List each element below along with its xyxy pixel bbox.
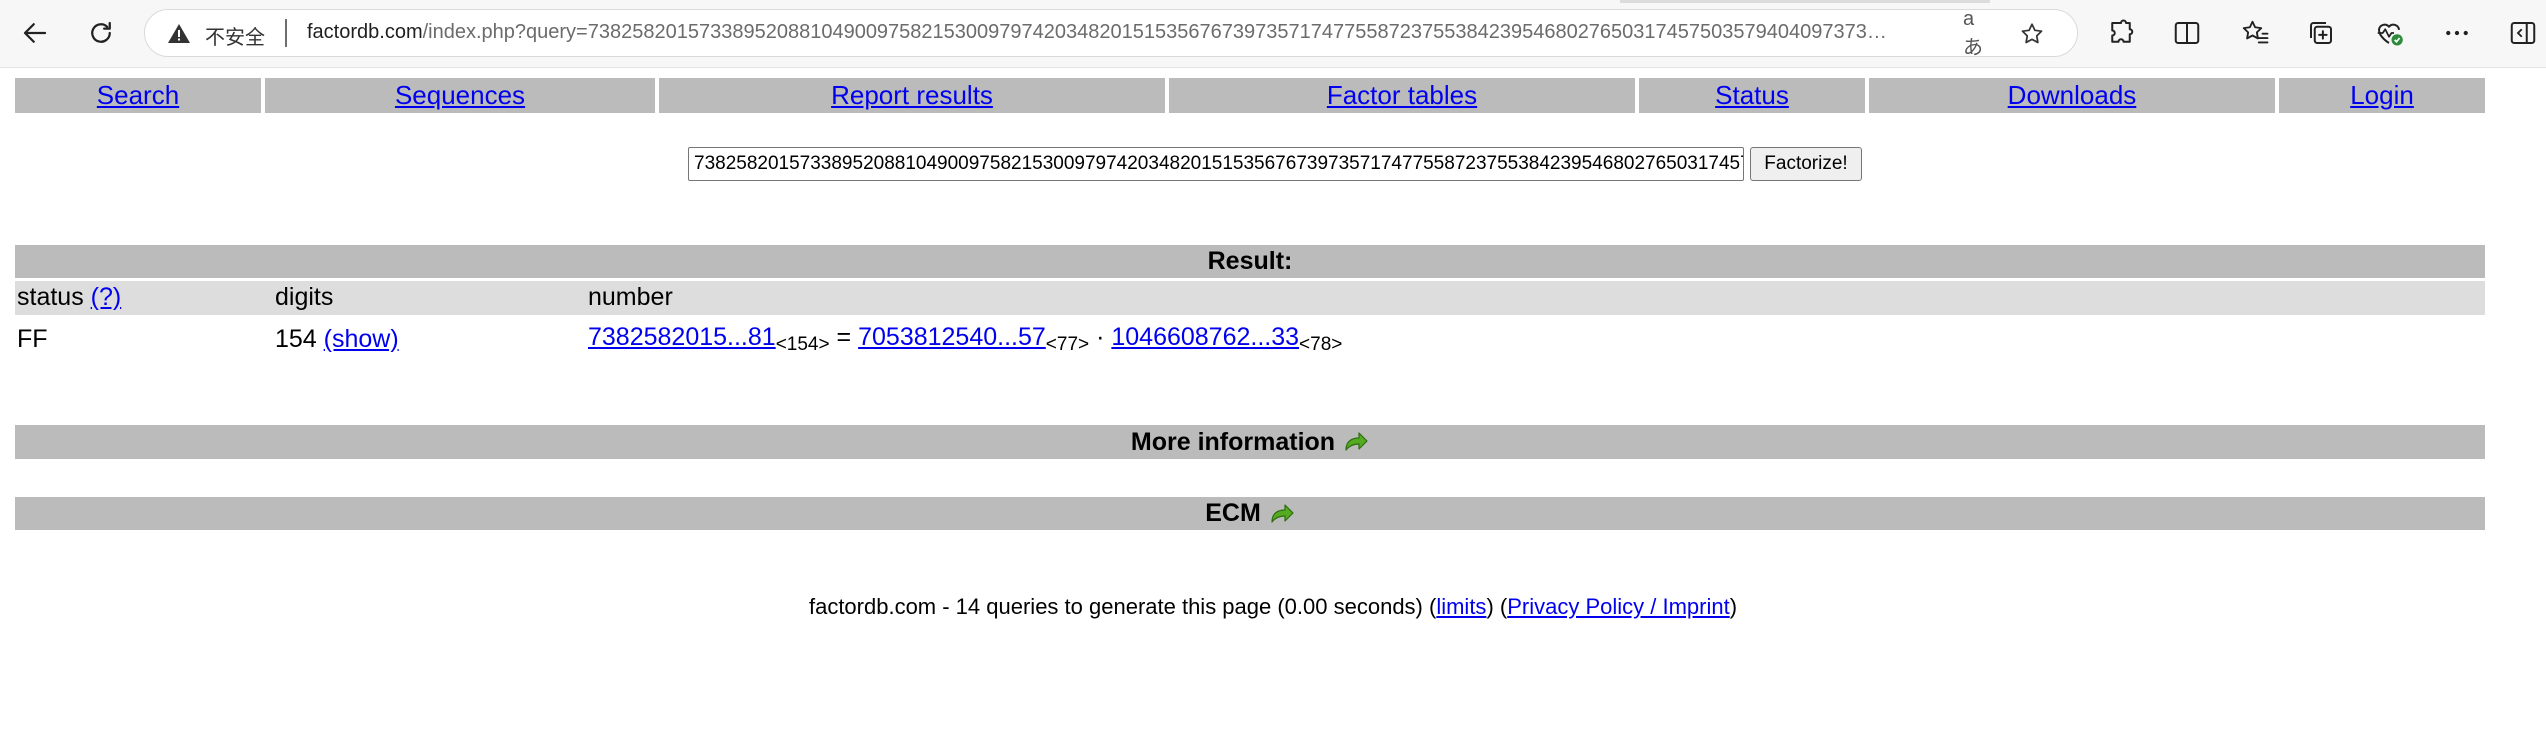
row-status: FF [17, 325, 48, 353]
nav-item-report-results: Report results [659, 78, 1165, 113]
number-length: <154> [775, 334, 830, 355]
more-dots-icon [2446, 30, 2468, 36]
result-header-row: status (?) digits number [15, 281, 2485, 315]
header-digits: digits [275, 283, 334, 311]
split-screen-button[interactable] [2164, 10, 2210, 56]
split-screen-icon [2174, 22, 2200, 44]
factor-2-length: <78> [1299, 334, 1343, 355]
url-separator [285, 19, 287, 47]
factor-1-length: <77> [1045, 334, 1090, 355]
header-status: status (?) [17, 283, 121, 312]
header-status-label: status [17, 283, 84, 311]
heart-pulse-icon [2377, 23, 2403, 46]
settings-menu-button[interactable] [2434, 10, 2480, 56]
result-title-bar: Result: [15, 245, 2485, 278]
ecm-label: ECM [1205, 499, 1261, 527]
footer-text: factordb.com - 14 queries to generate th… [808, 594, 1437, 619]
multiply-dot: · [1096, 323, 1105, 351]
result-title: Result: [1207, 247, 1293, 275]
header-number: number [588, 283, 673, 311]
more-information-bar[interactable]: More information [15, 425, 2485, 459]
page-content: Search Sequences Report results Factor t… [0, 69, 2546, 754]
nav-item-sequences: Sequences [265, 78, 655, 113]
url-path: /index.php?query=73825820157338952088104… [422, 21, 1887, 43]
collections-button[interactable] [2298, 10, 2344, 56]
equals-sign: = [836, 323, 852, 351]
nav-item-search: Search [15, 78, 261, 113]
nav-link-downloads[interactable]: Downloads [2008, 80, 2137, 111]
row-number: 7382582015...81<154> = 7053812540...57<7… [588, 323, 1343, 355]
sidebar-icon [2510, 22, 2536, 44]
nav-link-report-results[interactable]: Report results [831, 80, 993, 111]
warning-icon[interactable] [167, 22, 191, 46]
nav-item-factor-tables: Factor tables [1169, 78, 1635, 113]
nav-link-factor-tables[interactable]: Factor tables [1327, 80, 1477, 111]
limits-link[interactable]: limits [1436, 594, 1486, 619]
browser-essentials-button[interactable] [2366, 10, 2412, 56]
top-navigation: Search Sequences Report results Factor t… [15, 78, 2485, 113]
footer-end: ) [1729, 594, 1738, 619]
sidebar-toggle-button[interactable] [2500, 10, 2546, 56]
nav-link-sequences[interactable]: Sequences [395, 80, 525, 111]
expand-arrow-icon[interactable] [1343, 431, 1369, 453]
factor-1-link[interactable]: 7053812540...57 [858, 323, 1046, 351]
browser-toolbar: 不安全 factordb.com/index.php?query=7382582… [0, 0, 2546, 68]
more-information-label: More information [1130, 427, 1336, 456]
read-aloud-glyph: aあ [1963, 8, 1983, 59]
read-aloud-icon[interactable]: aあ [1963, 8, 1993, 59]
security-label[interactable]: 不安全 [205, 21, 265, 50]
factor-2-link[interactable]: 1046608762...33 [1111, 323, 1299, 351]
collections-icon [2310, 22, 2332, 44]
url-host: factordb.com [307, 21, 423, 43]
tab-strip [0, 0, 2546, 3]
privacy-policy-link[interactable]: Privacy Policy / Imprint [1507, 594, 1730, 619]
refresh-icon [91, 21, 111, 43]
row-digits: 154 (show) [275, 325, 399, 354]
number-link[interactable]: 7382582015...81 [588, 323, 776, 351]
ecm-bar[interactable]: ECM [15, 497, 2485, 530]
status-help-link[interactable]: (?) [91, 283, 122, 311]
refresh-button[interactable] [78, 10, 124, 56]
nav-link-search[interactable]: Search [97, 80, 179, 111]
address-bar[interactable]: 不安全 factordb.com/index.php?query=7382582… [144, 8, 2078, 59]
factorize-button[interactable]: Factorize! [1750, 147, 1862, 181]
ecm-expand-arrow-icon[interactable] [1269, 503, 1295, 525]
page-footer: factordb.com - 14 queries to generate th… [0, 594, 2546, 620]
row-digits-value: 154 [275, 325, 317, 353]
show-digits-link[interactable]: (show) [324, 325, 399, 353]
footer-mid: ) ( [1486, 594, 1508, 619]
nav-item-status: Status [1639, 78, 1865, 113]
back-button[interactable] [12, 10, 58, 56]
back-arrow-icon [23, 23, 47, 43]
nav-item-login: Login [2279, 78, 2485, 113]
query-input[interactable]: 7382582015733895208810490097582153009797… [688, 147, 1744, 181]
favorites-button[interactable] [2232, 10, 2278, 56]
nav-link-login[interactable]: Login [2350, 80, 2414, 111]
nav-item-downloads: Downloads [1869, 78, 2275, 113]
favorite-star-icon[interactable] [2017, 19, 2047, 49]
extensions-button[interactable] [2098, 10, 2144, 56]
puzzle-icon [2111, 19, 2134, 43]
url-text[interactable]: factordb.com/index.php?query=73825820157… [307, 21, 2087, 44]
nav-link-status[interactable]: Status [1715, 80, 1789, 111]
favorites-list-icon [2242, 20, 2269, 44]
